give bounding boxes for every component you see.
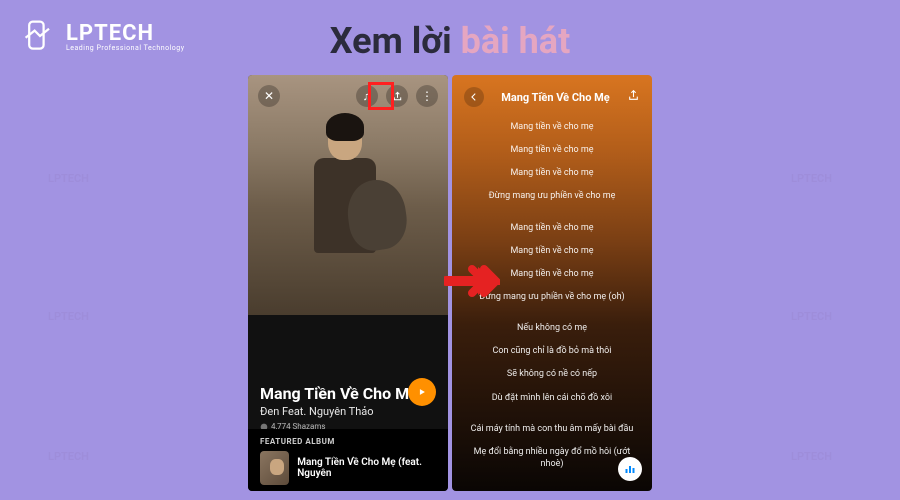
watermark: LPTECH	[48, 450, 89, 463]
arrow-right-icon	[444, 260, 500, 312]
lyric-line: Sẽ không có nề có nếp	[462, 368, 642, 380]
song-artist[interactable]: Đen Feat. Nguyên Thảo	[260, 405, 436, 418]
album-title: Mang Tiền Về Cho Mẹ (feat. Nguyên	[297, 457, 436, 479]
play-icon	[417, 387, 427, 397]
lyric-line: Mang tiền về cho mẹ	[462, 144, 642, 156]
watermark: LPTECH	[48, 172, 89, 185]
heading-part1: Xem lời	[330, 20, 452, 62]
album-row[interactable]: Mang Tiền Về Cho Mẹ (feat. Nguyên	[260, 451, 436, 485]
logo-text: LPTECH	[66, 21, 185, 46]
back-button[interactable]	[464, 87, 484, 107]
share-icon	[627, 89, 640, 102]
screens-container: ✕ ♫ ⋮ Mang Tiền Về Cho Mẹ Đen Feat. Nguy	[248, 75, 652, 491]
close-icon[interactable]: ✕	[258, 85, 280, 107]
featured-album-section: FEATURED ALBUM Mang Tiền Về Cho Mẹ (feat…	[248, 429, 448, 491]
top-icon-row: ✕ ♫ ⋮	[258, 85, 438, 107]
cover-art-person	[298, 110, 378, 260]
lyric-line: Mẹ đổi bằng nhiều ngày đổ mồ hôi (ướt nh…	[462, 446, 642, 470]
lyric-line: Đừng mang ưu phiền về cho mẹ	[462, 190, 642, 202]
watermark: LPTECH	[791, 450, 832, 463]
lyrics-header: Mang Tiền Về Cho Mẹ	[452, 75, 652, 115]
lyric-line: Mang tiền về cho mẹ	[462, 121, 642, 133]
share-button[interactable]	[627, 89, 640, 106]
phone-left-song-detail: ✕ ♫ ⋮ Mang Tiền Về Cho Mẹ Đen Feat. Nguy	[248, 75, 448, 491]
page-heading: Xem lời bài hát	[330, 20, 571, 62]
watermark: LPTECH	[791, 310, 832, 323]
album-thumb	[260, 451, 289, 485]
chevron-left-icon	[469, 92, 479, 102]
logo-icon	[22, 18, 58, 54]
lyric-line: Cái máy tính mà con thu âm mấy bài đầu	[462, 423, 642, 435]
lyric-line: Nếu không có mẹ	[462, 322, 642, 334]
equalizer-button[interactable]	[618, 457, 642, 481]
more-icon[interactable]: ⋮	[416, 85, 438, 107]
brand-logo: LPTECH Leading Professional Technology	[22, 18, 185, 54]
equalizer-icon	[624, 463, 636, 475]
watermark: LPTECH	[48, 310, 89, 323]
heading-part2: bài hát	[461, 20, 571, 62]
tutorial-highlight-box	[368, 82, 394, 110]
logo-tagline: Leading Professional Technology	[66, 44, 185, 52]
lyrics-screen-title: Mang Tiền Về Cho Mẹ	[501, 91, 609, 104]
lyric-line: Mang tiền về cho mẹ	[462, 222, 642, 234]
play-button[interactable]	[408, 378, 436, 406]
lyric-line: Mang tiền về cho mẹ	[462, 167, 642, 179]
watermark: LPTECH	[791, 172, 832, 185]
lyric-line: Con cũng chỉ là đồ bỏ mà thôi	[462, 345, 642, 357]
lyric-line: Dù đặt mình lên cái chõ đồ xôi	[462, 392, 642, 404]
lyric-line: Mang tiền về cho mẹ	[462, 245, 642, 257]
album-cover-area: ✕ ♫ ⋮	[248, 75, 448, 315]
featured-album-label: FEATURED ALBUM	[260, 437, 436, 446]
